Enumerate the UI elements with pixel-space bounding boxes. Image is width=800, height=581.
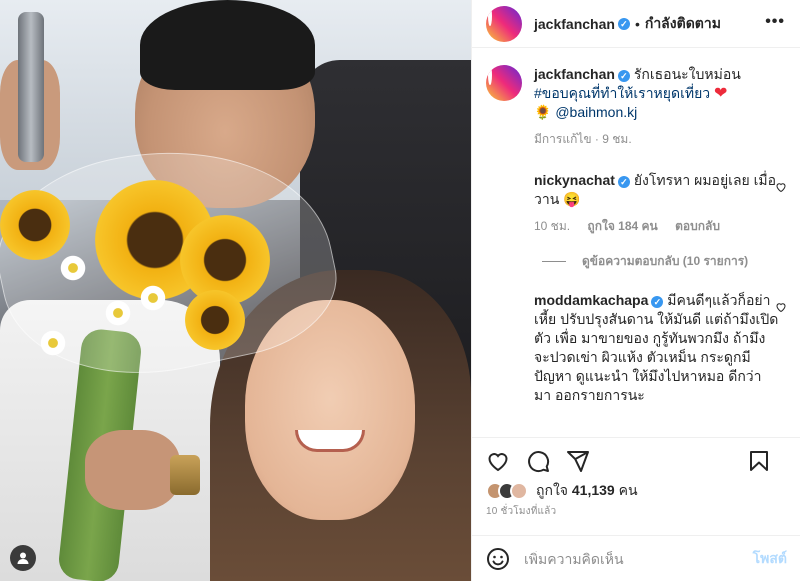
comment-icon[interactable] (526, 449, 550, 473)
post-timestamp[interactable]: 10 ชั่วโมงที่แล้ว (486, 504, 556, 519)
view-replies-button[interactable]: ดูข้อความตอบกลับ (10 รายการ) (542, 252, 787, 271)
post-header: jackfanchan ✓ • กำลังติดตาม ••• (472, 0, 800, 48)
daisy (140, 285, 166, 311)
man-hair (140, 0, 315, 90)
verified-badge-icon: ✓ (617, 176, 630, 188)
avatar[interactable] (486, 171, 518, 203)
watch (170, 455, 200, 495)
add-comment-bar: โพสต์ (472, 535, 800, 581)
post-button[interactable]: โพสต์ (753, 548, 787, 570)
comment-item: moddamkachapa ✓ มีคนดีๆแล้วก็อย่าเหี้ย ปร… (486, 291, 787, 405)
liker-avatar (510, 482, 528, 500)
daisy (60, 255, 86, 281)
user-tag-icon[interactable] (10, 545, 36, 571)
caption: jackfanchan ✓ รักเธอนะใบหม่อน #ขอบคุณที่ท… (486, 65, 787, 149)
comment-text: มีคนดีๆแล้วก็อย่าเหี้ย ปรับปรุงสันดาน ให… (534, 292, 779, 403)
mention-link[interactable]: @baihmon.kj (555, 104, 637, 120)
avatar[interactable] (486, 291, 522, 327)
like-heart-icon[interactable] (486, 449, 510, 473)
verified-badge-icon: ✓ (617, 70, 630, 82)
comments-list[interactable]: jackfanchan ✓ รักเธอนะใบหม่อน #ขอบคุณที่ท… (472, 49, 800, 434)
bookmark-icon[interactable] (747, 449, 771, 473)
share-icon[interactable] (566, 449, 590, 473)
sunflower (185, 290, 245, 350)
smile (295, 430, 365, 452)
divider-line (542, 261, 566, 262)
verified-badge-icon: ✓ (651, 296, 664, 308)
action-bar (472, 437, 800, 483)
daisy (40, 330, 66, 356)
post-side-panel: jackfanchan ✓ • กำลังติดตาม ••• jackfanc… (471, 0, 800, 581)
following-button[interactable]: กำลังติดตาม (645, 13, 721, 35)
caption-username[interactable]: jackfanchan (534, 66, 615, 82)
emoji-icon[interactable] (486, 547, 510, 571)
reply-button[interactable]: ตอบกลับ (675, 219, 720, 233)
sunflower (0, 190, 70, 260)
view-replies-label: ดูข้อความตอบกลับ (10 รายการ) (582, 254, 749, 268)
hashtag-link[interactable]: #ขอบคุณที่ทำให้เราหยุดเที่ยว (534, 85, 710, 101)
comment-time[interactable]: 10 ชม. (534, 219, 570, 233)
hand-holding-flowers (85, 430, 180, 510)
post-photo[interactable] (0, 0, 471, 581)
avatar[interactable] (486, 5, 522, 42)
caption-meta: มีการแก้ไข · 9 ชม. (534, 132, 632, 146)
likes-summary[interactable]: ถูกใจ 41,139 คน (486, 480, 638, 502)
comment-username[interactable]: moddamkachapa (534, 292, 648, 308)
comment-input[interactable] (524, 550, 744, 567)
comment-likes[interactable]: ถูกใจ 184 คน (587, 219, 657, 233)
likes-count[interactable]: ถูกใจ 41,139 คน (536, 480, 638, 502)
phone (18, 12, 44, 162)
avatar[interactable] (486, 65, 522, 101)
comment-item: nickynachat ✓ ยังโทรหา ผมอยู่เลย เมื่อวาน… (486, 171, 787, 236)
separator-dot: • (634, 15, 640, 32)
caption-text: รักเธอนะใบหม่อน (633, 66, 741, 82)
comment-meta: 10 ชม. ถูกใจ 184 คน ตอบกลับ (534, 217, 779, 236)
heart-emoji: ❤ (714, 85, 728, 102)
comment-username[interactable]: nickynachat (534, 172, 615, 188)
verified-badge-icon: ✓ (617, 17, 630, 30)
header-username[interactable]: jackfanchan (534, 16, 615, 32)
heart-outline-icon[interactable] (775, 181, 787, 193)
heart-outline-icon[interactable] (775, 301, 787, 313)
sunflower-emoji: 🌻 (534, 104, 552, 120)
daisy (105, 300, 131, 326)
more-options-icon[interactable]: ••• (765, 13, 785, 31)
